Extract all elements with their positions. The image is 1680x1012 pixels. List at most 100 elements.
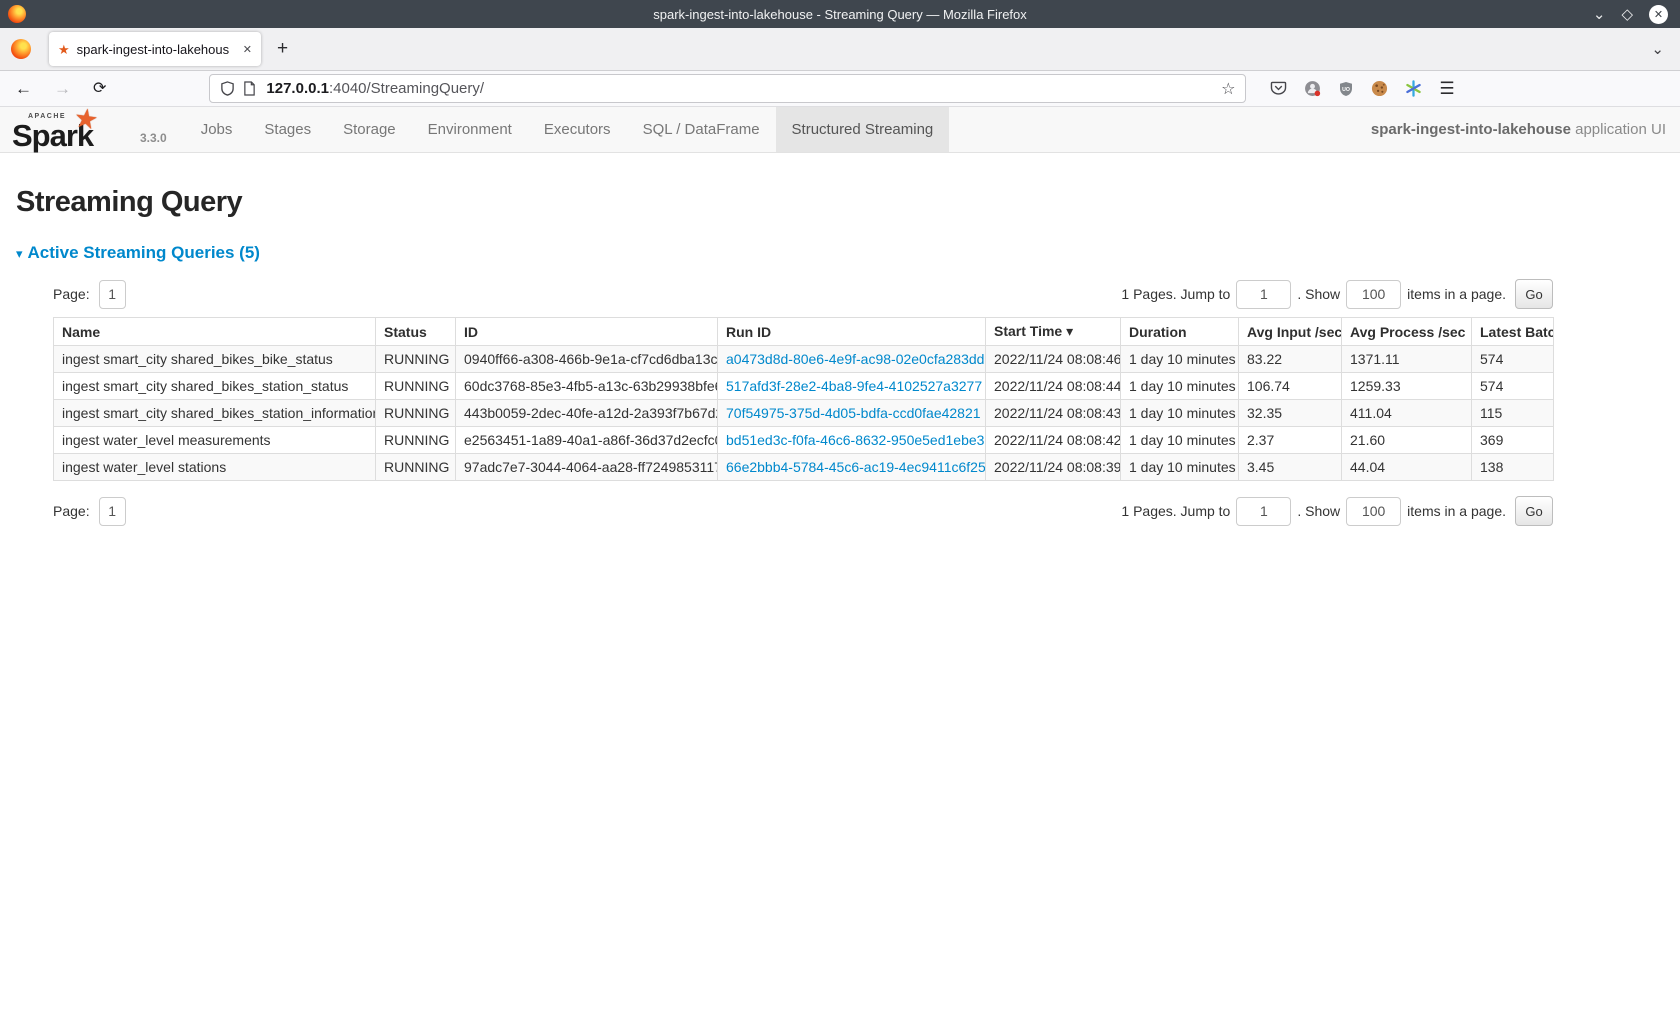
items-text: items in a page. xyxy=(1407,503,1506,519)
table-row: ingest smart_city shared_bikes_bike_stat… xyxy=(54,346,1554,373)
jump-to-input[interactable] xyxy=(1236,280,1291,309)
start-time-cell: 2022/11/24 08:08:46 xyxy=(986,346,1121,373)
ublock-label: UO xyxy=(1343,86,1351,92)
col-status[interactable]: Status xyxy=(376,318,456,346)
spark-version: 3.3.0 xyxy=(140,131,167,145)
id-cell: 60dc3768-85e3-4fb5-a13c-63b29938bfe6 xyxy=(456,373,718,400)
run-id-link[interactable]: 70f54975-375d-4d05-bdfa-ccd0fae42821 xyxy=(726,405,981,421)
browser-tab[interactable]: ★ spark-ingest-into-lakehous ✕ xyxy=(49,32,261,66)
url-text[interactable]: 127.0.0.1:4040/StreamingQuery/ xyxy=(266,80,484,97)
start-time-cell: 2022/11/24 08:08:43 xyxy=(986,400,1121,427)
nav-executors[interactable]: Executors xyxy=(528,107,627,152)
hamburger-menu-icon[interactable]: ☰ xyxy=(1439,79,1454,99)
privacy-extension-icon[interactable] xyxy=(1304,80,1321,97)
nav-structured-streaming[interactable]: Structured Streaming xyxy=(776,107,950,152)
page-label: Page: xyxy=(53,286,90,302)
tab-title: spark-ingest-into-lakehous xyxy=(77,42,237,57)
avg-process-cell: 21.60 xyxy=(1342,427,1472,454)
reload-button[interactable]: ⟳ xyxy=(93,81,106,97)
query-name-cell: ingest smart_city shared_bikes_station_i… xyxy=(54,400,376,427)
id-cell: 0940ff66-a308-466b-9e1a-cf7cd6dba13c xyxy=(456,346,718,373)
application-label: spark-ingest-into-lakehouse application … xyxy=(1371,121,1666,138)
go-button[interactable]: Go xyxy=(1515,279,1553,309)
table-row: ingest water_level stations RUNNING 97ad… xyxy=(54,454,1554,481)
show-text: . Show xyxy=(1297,503,1340,519)
page-number-input[interactable] xyxy=(99,497,126,526)
query-name-cell: ingest water_level measurements xyxy=(54,427,376,454)
forward-button[interactable]: → xyxy=(54,80,71,97)
page-content: Streaming Query ▾ Active Streaming Querie… xyxy=(0,186,1680,528)
status-cell: RUNNING xyxy=(376,373,456,400)
page-title: Streaming Query xyxy=(16,186,1664,219)
avg-input-cell: 32.35 xyxy=(1239,400,1342,427)
window-titlebar: spark-ingest-into-lakehouse - Streaming … xyxy=(0,0,1680,28)
col-run-id[interactable]: Run ID xyxy=(718,318,986,346)
back-button[interactable]: ← xyxy=(15,80,32,97)
run-id-link[interactable]: bd51ed3c-f0fa-46c6-8632-950e5ed1ebe3 xyxy=(726,432,984,448)
ublock-icon[interactable]: UO xyxy=(1338,81,1354,97)
minimize-icon[interactable]: ⌄ xyxy=(1593,7,1606,22)
shield-icon[interactable] xyxy=(220,81,235,96)
avg-process-cell: 411.04 xyxy=(1342,400,1472,427)
nav-sql-dataframe[interactable]: SQL / DataFrame xyxy=(627,107,776,152)
pocket-icon[interactable] xyxy=(1270,81,1287,96)
maximize-icon[interactable]: ◇ xyxy=(1621,7,1633,22)
close-icon[interactable]: ✕ xyxy=(1649,5,1668,24)
pages-jump-text: 1 Pages. Jump to xyxy=(1121,286,1230,302)
nav-jobs[interactable]: Jobs xyxy=(185,107,249,152)
duration-cell: 1 day 10 minutes xyxy=(1121,373,1239,400)
col-avg-input[interactable]: Avg Input /sec xyxy=(1239,318,1342,346)
latest-batch-cell: 138 xyxy=(1472,454,1554,481)
go-button[interactable]: Go xyxy=(1515,496,1553,526)
nav-environment[interactable]: Environment xyxy=(412,107,528,152)
col-avg-process[interactable]: Avg Process /sec xyxy=(1342,318,1472,346)
page-number-input[interactable] xyxy=(99,280,126,309)
jump-to-input[interactable] xyxy=(1236,497,1291,526)
id-cell: e2563451-1a89-40a1-a86f-36d37d2ecfc0 xyxy=(456,427,718,454)
run-id-link[interactable]: 66e2bbb4-5784-45c6-ac19-4ec9411c6f25 xyxy=(726,459,986,475)
page-label: Page: xyxy=(53,503,90,519)
url-path: :4040/StreamingQuery/ xyxy=(329,80,484,97)
nav-storage[interactable]: Storage xyxy=(327,107,412,152)
col-duration[interactable]: Duration xyxy=(1121,318,1239,346)
col-latest-batch[interactable]: Latest Batch xyxy=(1472,318,1554,346)
items-text: items in a page. xyxy=(1407,286,1506,302)
active-streaming-queries-toggle[interactable]: ▾ Active Streaming Queries (5) xyxy=(16,243,260,263)
spark-navbar: APACHE Spark ★ 3.3.0 Jobs Stages Storage… xyxy=(0,107,1680,153)
run-id-link[interactable]: a0473d8d-80e6-4e9f-ac98-02e0cfa283dd xyxy=(726,351,984,367)
avg-process-cell: 44.04 xyxy=(1342,454,1472,481)
bookmark-star-icon[interactable]: ☆ xyxy=(1221,79,1235,99)
start-time-cell: 2022/11/24 08:08:39 xyxy=(986,454,1121,481)
run-id-link[interactable]: 517afd3f-28e2-4ba8-9fe4-4102527a3277 xyxy=(726,378,982,394)
duration-cell: 1 day 10 minutes xyxy=(1121,454,1239,481)
cookie-extension-icon[interactable] xyxy=(1371,80,1388,97)
tab-close-icon[interactable]: ✕ xyxy=(243,43,252,56)
id-cell: 443b0059-2dec-40fe-a12d-2a393f7b67d2 xyxy=(456,400,718,427)
new-tab-button[interactable]: + xyxy=(277,38,288,60)
tab-strip: ★ spark-ingest-into-lakehous ✕ + ⌄ xyxy=(0,28,1680,70)
url-bar[interactable]: 127.0.0.1:4040/StreamingQuery/ ☆ xyxy=(209,74,1246,103)
section-title: Active Streaming Queries (5) xyxy=(28,243,260,262)
col-start-time[interactable]: Start Time ▾ xyxy=(986,318,1121,346)
items-per-page-input[interactable] xyxy=(1346,280,1401,309)
pagination-bottom: Page: 1 Pages. Jump to . Show items in a… xyxy=(53,494,1553,528)
page-info-icon[interactable] xyxy=(243,81,256,96)
collapse-arrow-icon: ▾ xyxy=(16,246,23,261)
application-suffix: application UI xyxy=(1571,121,1666,138)
col-name[interactable]: Name xyxy=(54,318,376,346)
status-cell: RUNNING xyxy=(376,454,456,481)
spark-favicon-icon: ★ xyxy=(58,43,70,56)
spark-star-icon: ★ xyxy=(72,102,100,136)
status-cell: RUNNING xyxy=(376,400,456,427)
asterisk-extension-icon[interactable] xyxy=(1405,80,1422,97)
avg-process-cell: 1371.11 xyxy=(1342,346,1472,373)
latest-batch-cell: 369 xyxy=(1472,427,1554,454)
nav-stages[interactable]: Stages xyxy=(248,107,327,152)
items-per-page-input[interactable] xyxy=(1346,497,1401,526)
list-tabs-icon[interactable]: ⌄ xyxy=(1651,40,1664,58)
spark-logo: APACHE Spark ★ xyxy=(12,107,136,152)
avg-process-cell: 1259.33 xyxy=(1342,373,1472,400)
table-area: Page: 1 Pages. Jump to . Show items in a… xyxy=(53,277,1553,528)
window-title: spark-ingest-into-lakehouse - Streaming … xyxy=(0,7,1680,22)
col-id[interactable]: ID xyxy=(456,318,718,346)
